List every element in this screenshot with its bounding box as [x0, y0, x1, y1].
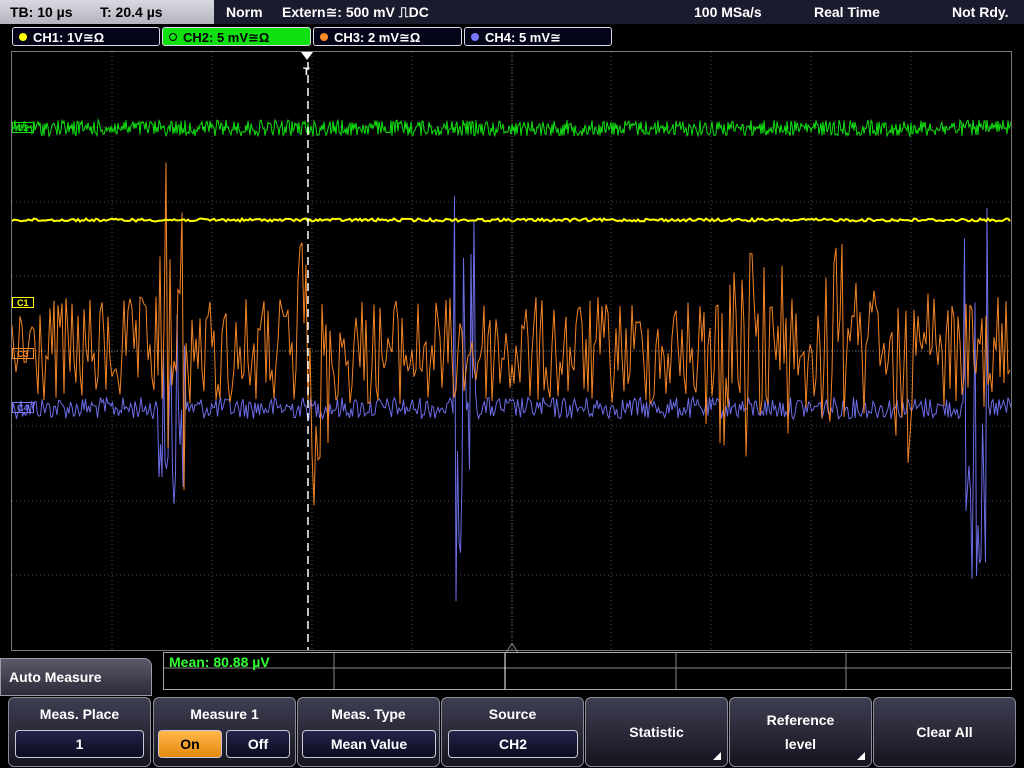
- channel-label: CH2: 5 mV≅Ω: [183, 30, 270, 45]
- trigger-label: T: [303, 66, 310, 78]
- meas-place-value-button[interactable]: 1: [15, 730, 144, 758]
- trigger-source[interactable]: Extern≅: 500 mV ⎍DC: [282, 0, 429, 24]
- trigger-status: Not Rdy.: [952, 4, 1009, 20]
- measurement-panel: [163, 652, 1012, 690]
- reference-label-line2: level: [784, 736, 817, 752]
- channel-tab-ch3[interactable]: CH3: 2 mV≅Ω: [313, 27, 462, 46]
- channel-tab-ch2[interactable]: CH2: 5 mV≅Ω: [162, 27, 311, 46]
- softkey-measure-1[interactable]: Measure 1 On Off: [153, 697, 296, 767]
- softkey-title: Meas. Place: [39, 706, 120, 722]
- measure-on-button[interactable]: On: [158, 730, 222, 758]
- timebase-readout: TB: 10 µs: [10, 4, 73, 20]
- submenu-arrow-icon: [713, 752, 721, 760]
- meas-type-value-button[interactable]: Mean Value: [302, 730, 436, 758]
- sample-rate: 100 MSa/s: [694, 4, 762, 20]
- softkey-reference-level[interactable]: Reference level: [729, 697, 872, 767]
- softkey-meas-place[interactable]: Meas. Place 1: [8, 697, 151, 767]
- source-value-button[interactable]: CH2: [448, 730, 578, 758]
- submenu-arrow-icon: [857, 752, 865, 760]
- ch2-level-marker[interactable]: C2: [12, 122, 34, 133]
- softkey-title: Measure 1: [190, 706, 259, 722]
- acquisition-mode: Real Time: [814, 4, 880, 20]
- measure-off-button[interactable]: Off: [226, 730, 290, 758]
- waveform-display[interactable]: [11, 51, 1012, 651]
- clear-all-label: Clear All: [916, 724, 973, 740]
- channel-tab-ch4[interactable]: CH4: 5 mV≅: [464, 27, 612, 46]
- trigger-position-marker[interactable]: [301, 52, 313, 66]
- channel-tab-ch1[interactable]: CH1: 1V≅Ω: [12, 27, 160, 46]
- statistic-label: Statistic: [629, 724, 684, 740]
- ch4-color-dot: [471, 33, 479, 41]
- measurement-readout: Mean: 80.88 µV: [169, 654, 270, 670]
- ch1-color-dot: [19, 33, 27, 41]
- trigger-time-readout: T: 20.4 µs: [100, 4, 163, 20]
- channel-label: CH4: 5 mV≅: [485, 30, 561, 45]
- softkey-title: Source: [488, 706, 537, 722]
- softkey-title: Meas. Type: [331, 706, 406, 722]
- reference-label-line1: Reference: [766, 712, 835, 728]
- trigger-mode[interactable]: Norm: [226, 0, 263, 24]
- ch3-level-marker[interactable]: C3: [12, 348, 34, 359]
- channel-label: CH3: 2 mV≅Ω: [334, 30, 421, 45]
- ch4-level-marker[interactable]: C4: [12, 402, 34, 413]
- timebase-box[interactable]: TB: 10 µs T: 20.4 µs: [0, 0, 214, 24]
- softkey-source[interactable]: Source CH2: [441, 697, 584, 767]
- softkey-clear-all[interactable]: Clear All: [873, 697, 1016, 767]
- softkey-meas-type[interactable]: Meas. Type Mean Value: [297, 697, 440, 767]
- softkey-statistic[interactable]: Statistic: [585, 697, 728, 767]
- menu-title: Auto Measure: [9, 669, 102, 685]
- ch1-level-marker[interactable]: C1: [12, 297, 34, 308]
- ch2-color-dot: [169, 33, 177, 41]
- ch3-color-dot: [320, 33, 328, 41]
- menu-title-tab: Auto Measure: [0, 658, 152, 696]
- channel-label: CH1: 1V≅Ω: [33, 30, 105, 45]
- graticule: [12, 52, 1011, 650]
